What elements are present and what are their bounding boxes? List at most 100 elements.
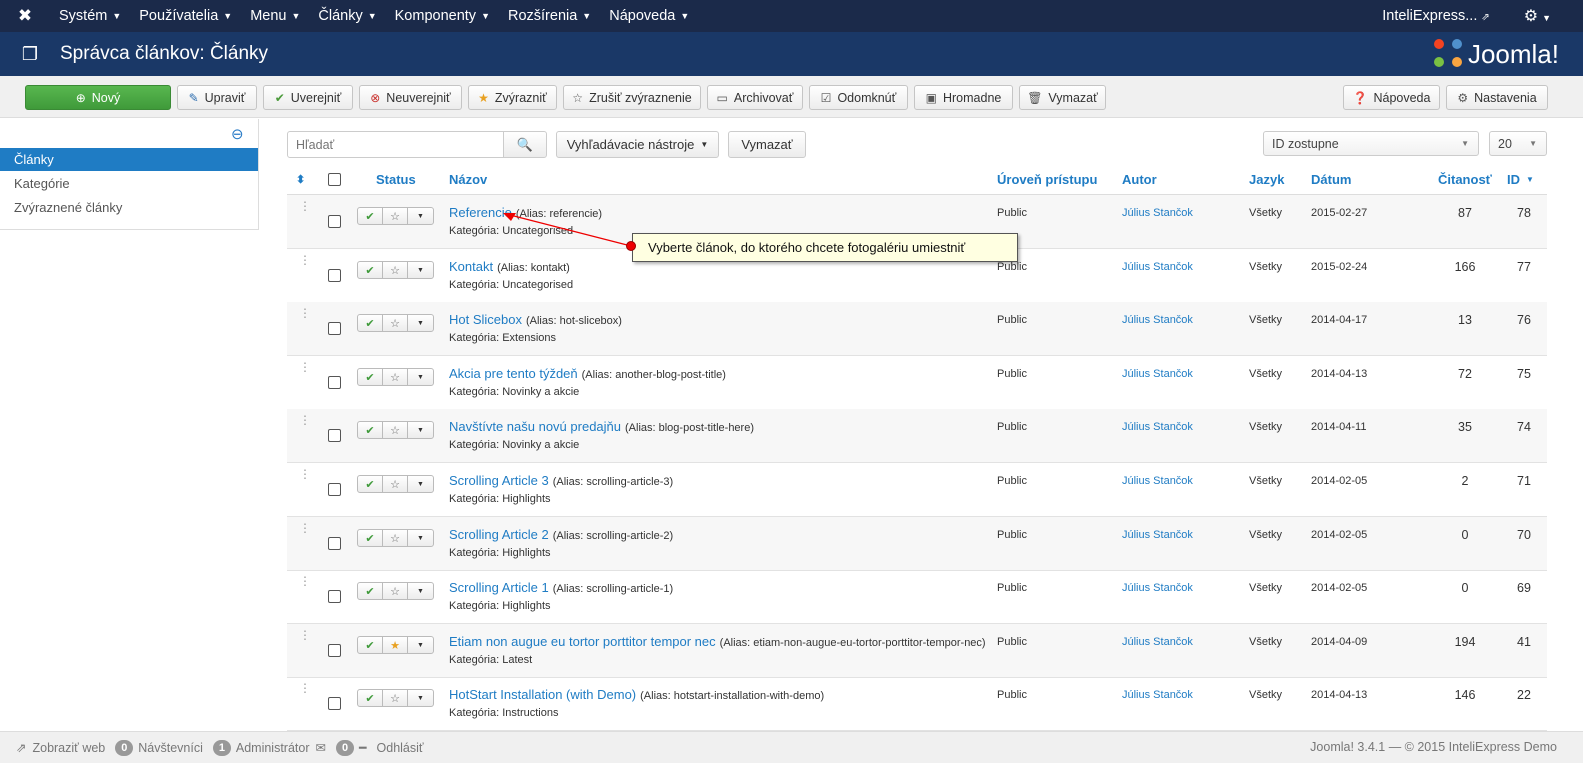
star-outline-icon[interactable]: ☆ <box>383 422 408 438</box>
star-outline-icon[interactable]: ☆ <box>383 315 408 331</box>
menu-components[interactable]: Komponenty ▼ <box>386 0 499 32</box>
caret-down-icon[interactable]: ▼ <box>408 583 433 599</box>
caret-down-icon[interactable]: ▼ <box>408 315 433 331</box>
trash-button[interactable]: 🗑 Vymazať <box>1019 85 1106 110</box>
header-access[interactable]: Úroveň prístupu <box>997 164 1097 194</box>
star-outline-icon[interactable]: ☆ <box>383 583 408 599</box>
header-author[interactable]: Autor <box>1122 164 1157 194</box>
caret-down-icon[interactable]: ▼ <box>408 262 433 278</box>
caret-down-icon[interactable]: ▼ <box>408 530 433 546</box>
author-link[interactable]: Július Stančok <box>1122 207 1193 219</box>
author-link[interactable]: Július Stančok <box>1122 368 1193 380</box>
drag-handle-icon[interactable]: ⋮ <box>299 307 311 319</box>
row-checkbox[interactable] <box>328 590 341 603</box>
drag-handle-icon[interactable]: ⋮ <box>299 468 311 480</box>
archive-button[interactable]: ▭ Archivovať <box>707 85 803 110</box>
user-menu[interactable]: ⚙ ▼ <box>1502 6 1583 26</box>
batch-button[interactable]: ▣ Hromadne <box>914 85 1013 110</box>
article-title-link[interactable]: Etiam non augue eu tortor porttitor temp… <box>449 634 716 649</box>
drag-handle-icon[interactable]: ⋮ <box>299 682 311 694</box>
sort-ordering-icon[interactable]: ⬍ <box>296 164 305 194</box>
author-link[interactable]: Július Stančok <box>1122 314 1193 326</box>
drag-handle-icon[interactable]: ⋮ <box>299 254 311 266</box>
site-link[interactable]: InteliExpress... ⇗ <box>1370 8 1501 24</box>
feature-button[interactable]: ★ Zvýrazniť <box>468 85 557 110</box>
clear-button[interactable]: Vymazať <box>728 131 806 158</box>
publish-button[interactable]: ✔ Uverejniť <box>263 85 353 110</box>
published-toggle-icon[interactable]: ✔ <box>358 476 383 492</box>
menu-menus[interactable]: Menu ▼ <box>241 0 309 32</box>
menu-help[interactable]: Nápoveda ▼ <box>600 0 698 32</box>
select-all-checkbox[interactable] <box>328 164 341 194</box>
article-title-link[interactable]: Scrolling Article 1 <box>449 580 549 595</box>
joomla-logo-icon[interactable]: ✖ <box>0 0 50 32</box>
star-outline-icon[interactable]: ☆ <box>383 369 408 385</box>
drag-handle-icon[interactable]: ⋮ <box>299 629 311 641</box>
row-checkbox[interactable] <box>328 215 341 228</box>
published-toggle-icon[interactable]: ✔ <box>358 315 383 331</box>
options-button[interactable]: ⚙ Nastavenia <box>1446 85 1548 110</box>
menu-users[interactable]: Používatelia ▼ <box>130 0 241 32</box>
ordering-select[interactable]: ID zostupne ▼ <box>1263 131 1479 156</box>
published-toggle-icon[interactable]: ✔ <box>358 208 383 224</box>
collapse-sidebar-icon[interactable]: ⊖ <box>231 125 244 143</box>
caret-down-icon[interactable]: ▼ <box>408 208 433 224</box>
article-title-link[interactable]: HotStart Installation (with Demo) <box>449 687 636 702</box>
star-outline-icon[interactable]: ☆ <box>383 476 408 492</box>
sidebar-item-featured[interactable]: Zvýraznené články <box>0 196 258 219</box>
header-title[interactable]: Názov <box>449 164 487 194</box>
search-tools-button[interactable]: Vyhľadávacie nástroje ▼ <box>556 131 719 158</box>
drag-handle-icon[interactable]: ⋮ <box>299 522 311 534</box>
author-link[interactable]: Július Stančok <box>1122 475 1193 487</box>
row-checkbox[interactable] <box>328 537 341 550</box>
article-title-link[interactable]: Referencie <box>449 205 512 220</box>
drag-handle-icon[interactable]: ⋮ <box>299 414 311 426</box>
caret-down-icon[interactable]: ▼ <box>408 690 433 706</box>
checkin-button[interactable]: ☑ Odomknúť <box>809 85 908 110</box>
row-checkbox[interactable] <box>328 269 341 282</box>
article-title-link[interactable]: Scrolling Article 3 <box>449 473 549 488</box>
header-hits[interactable]: Čitanosť <box>1438 164 1492 194</box>
article-title-link[interactable]: Hot Slicebox <box>449 312 522 327</box>
menu-extensions[interactable]: Rozšírenia ▼ <box>499 0 600 32</box>
published-toggle-icon[interactable]: ✔ <box>358 583 383 599</box>
sidebar-item-articles[interactable]: Články <box>0 148 258 171</box>
published-toggle-icon[interactable]: ✔ <box>358 530 383 546</box>
drag-handle-icon[interactable]: ⋮ <box>299 361 311 373</box>
header-date[interactable]: Dátum <box>1311 164 1351 194</box>
menu-content[interactable]: Články ▼ <box>309 0 385 32</box>
row-checkbox[interactable] <box>328 483 341 496</box>
unfeature-button[interactable]: ☆ Zrušiť zvýraznenie <box>563 85 701 110</box>
header-status[interactable]: Status <box>376 164 416 194</box>
drag-handle-icon[interactable]: ⋮ <box>299 200 311 212</box>
row-checkbox[interactable] <box>328 697 341 710</box>
article-title-link[interactable]: Scrolling Article 2 <box>449 527 549 542</box>
edit-button[interactable]: ✎ Upraviť <box>177 85 257 110</box>
caret-down-icon[interactable]: ▼ <box>408 476 433 492</box>
limit-select[interactable]: 20 ▼ <box>1489 131 1547 156</box>
star-icon[interactable]: ★ <box>383 637 408 653</box>
published-toggle-icon[interactable]: ✔ <box>358 262 383 278</box>
search-input[interactable] <box>287 131 504 158</box>
published-toggle-icon[interactable]: ✔ <box>358 369 383 385</box>
star-outline-icon[interactable]: ☆ <box>383 208 408 224</box>
row-checkbox[interactable] <box>328 644 341 657</box>
published-toggle-icon[interactable]: ✔ <box>358 422 383 438</box>
caret-down-icon[interactable]: ▼ <box>408 422 433 438</box>
unpublish-button[interactable]: ⊗ Neuverejniť <box>359 85 462 110</box>
author-link[interactable]: Július Stančok <box>1122 529 1193 541</box>
author-link[interactable]: Július Stančok <box>1122 636 1193 648</box>
view-site-link[interactable]: ⇗ Zobraziť web <box>16 740 105 756</box>
author-link[interactable]: Július Stančok <box>1122 689 1193 701</box>
logout-link[interactable]: Odhlásiť <box>377 741 424 755</box>
search-button[interactable]: 🔍 <box>503 131 547 158</box>
messages-indicator[interactable]: 0 ━ <box>336 739 367 756</box>
drag-handle-icon[interactable]: ⋮ <box>299 575 311 587</box>
menu-system[interactable]: Systém ▼ <box>50 0 130 32</box>
row-checkbox[interactable] <box>328 429 341 442</box>
author-link[interactable]: Július Stančok <box>1122 261 1193 273</box>
author-link[interactable]: Július Stančok <box>1122 582 1193 594</box>
star-outline-icon[interactable]: ☆ <box>383 530 408 546</box>
published-toggle-icon[interactable]: ✔ <box>358 690 383 706</box>
published-toggle-icon[interactable]: ✔ <box>358 637 383 653</box>
